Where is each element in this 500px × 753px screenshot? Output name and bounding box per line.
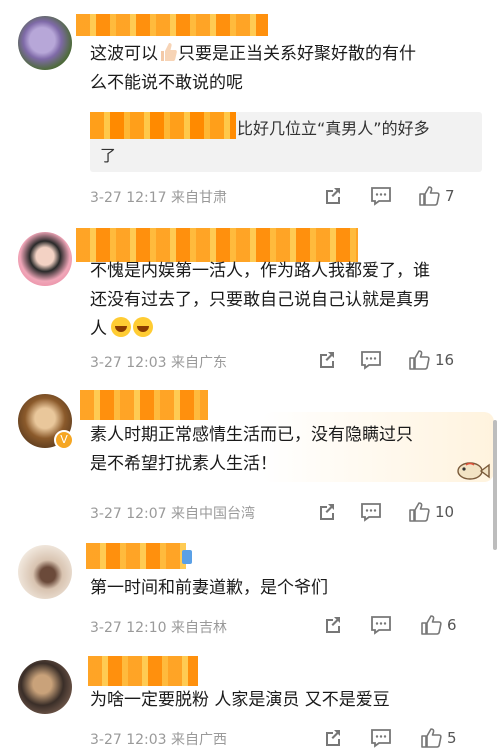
like-count: 16 (435, 351, 455, 369)
like-button[interactable]: 7 (418, 185, 455, 207)
share-button[interactable] (322, 727, 342, 749)
comment-actions: 10 (316, 501, 482, 523)
username-redacted[interactable] (76, 14, 268, 36)
comment-button[interactable] (370, 727, 392, 749)
share-icon (320, 504, 334, 520)
like-icon (421, 728, 442, 748)
quoted-reply[interactable]: 比好几位立“真男人”的好多 了 (90, 112, 482, 172)
comment-meta: 3-27 12:07 来自中国台湾 (90, 506, 256, 522)
share-icon (326, 730, 340, 746)
like-icon (421, 615, 442, 635)
username-redacted[interactable] (86, 543, 186, 569)
comment-text: 这波可以 只要是正当关系好聚好散的有什 么不能说不敢说的呢 (90, 40, 480, 98)
laughing-emoji-icon (133, 317, 153, 337)
comment-text: 第一时间和前妻道歉，是个爷们 (90, 578, 328, 598)
comment-icon (371, 187, 391, 206)
like-button[interactable]: 6 (420, 614, 457, 636)
avatar[interactable] (18, 232, 72, 286)
comment-button[interactable] (370, 614, 392, 636)
like-count: 10 (435, 503, 455, 521)
comment-text: 素人时期正常感情生活而已，没有隐瞒过只 是不希望打扰素人生活！ (90, 425, 413, 474)
like-count: 5 (447, 729, 457, 747)
share-icon (320, 352, 334, 368)
comment-meta: 3-27 12:10 来自吉林 (90, 620, 228, 636)
comment-actions: 6 (316, 614, 482, 636)
comment-meta: 3-27 12:03 来自广西 (90, 732, 228, 748)
like-button[interactable]: 16 (408, 349, 454, 371)
comment-button[interactable] (360, 349, 382, 371)
share-button[interactable] (316, 349, 336, 371)
comment-text: 为啥一定要脱粉 人家是演员 又不是爱豆 (90, 690, 390, 710)
avatar[interactable] (18, 660, 72, 714)
laughing-emoji-icon (111, 317, 131, 337)
share-button[interactable] (322, 614, 342, 636)
username-redacted[interactable] (88, 656, 198, 686)
like-icon (419, 186, 440, 206)
like-button[interactable]: 10 (408, 501, 454, 523)
comment-button[interactable] (370, 185, 392, 207)
comment-icon (371, 616, 391, 635)
comment-actions: 7 (322, 185, 482, 207)
comment-meta: 3-27 12:17 来自甘肃 (90, 190, 228, 206)
comment-text: 不愧是内娱第一活人，作为路人我都爱了，谁 还没有过去了，只要敢自己说自己认就是真… (90, 261, 430, 339)
like-count: 6 (447, 616, 457, 634)
share-button[interactable] (322, 185, 342, 207)
comment-actions: 16 (316, 349, 482, 371)
comment-icon (361, 503, 381, 522)
like-button[interactable]: 5 (420, 727, 457, 749)
scrollbar[interactable] (493, 420, 497, 550)
username-redacted[interactable] (80, 390, 208, 420)
share-icon (326, 617, 340, 633)
vip-badge-icon (182, 550, 192, 564)
share-button[interactable] (316, 501, 336, 523)
fish-sticker-icon (456, 460, 490, 486)
comment-icon (361, 351, 381, 370)
like-count: 7 (445, 187, 455, 205)
thumbs-up-emoji-icon (158, 41, 178, 63)
avatar[interactable] (18, 16, 72, 70)
comment-icon (371, 729, 391, 748)
quoted-text: 比好几位立“真男人”的好多 了 (100, 119, 430, 165)
share-icon (326, 188, 340, 204)
comment-meta: 3-27 12:03 来自广东 (90, 355, 228, 371)
comment-button[interactable] (360, 501, 382, 523)
like-icon (409, 350, 430, 370)
like-icon (409, 502, 430, 522)
verified-badge-icon: V (54, 430, 74, 450)
avatar[interactable] (18, 545, 72, 599)
comment-actions: 5 (316, 727, 482, 749)
